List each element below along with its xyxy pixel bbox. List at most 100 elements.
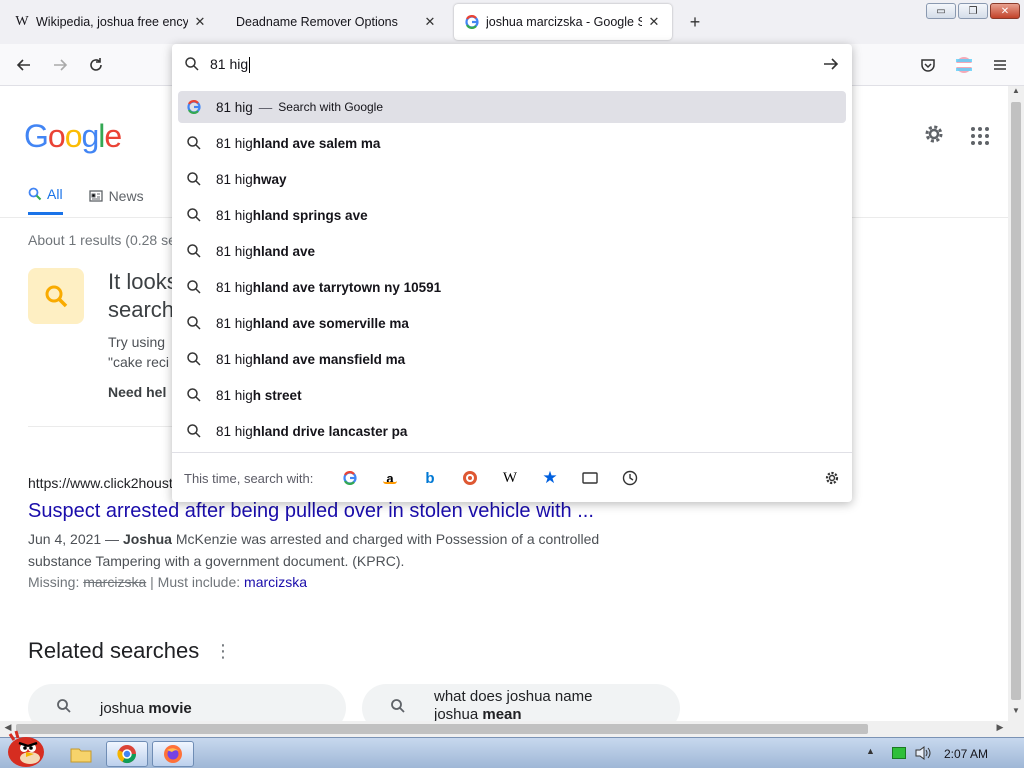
- scroll-up-icon[interactable]: ▲: [1010, 86, 1022, 100]
- go-arrow-icon[interactable]: [822, 56, 840, 72]
- bing-engine-icon[interactable]: b: [420, 468, 440, 488]
- suggestion-item[interactable]: 81 hig hland springs ave: [178, 199, 846, 231]
- suggestion-typed: 81 hig: [216, 207, 253, 223]
- must-include-link[interactable]: marcizska: [244, 574, 307, 590]
- suggestion-typed: 81 hig: [216, 171, 253, 187]
- firefox-icon[interactable]: [152, 741, 194, 767]
- tabs-icon[interactable]: [580, 468, 600, 488]
- related-search-item[interactable]: joshua movie: [28, 684, 346, 721]
- related-bold: mean: [482, 706, 522, 721]
- related-search-text: joshua movie: [100, 700, 192, 717]
- text-cursor: [249, 57, 251, 74]
- suggestion-item[interactable]: 81 hig hland ave: [178, 235, 846, 267]
- search-icon: [184, 351, 204, 367]
- related-bold: movie: [148, 699, 192, 717]
- scroll-down-icon[interactable]: ▼: [1010, 706, 1022, 720]
- minimize-button[interactable]: ▭: [926, 3, 956, 19]
- related-searches-heading: Related searches: [28, 638, 200, 663]
- duckduckgo-engine-icon[interactable]: [460, 468, 480, 488]
- result-url[interactable]: https://www.click2houst: [28, 475, 173, 491]
- vertical-scrollbar[interactable]: ▲ ▼: [1008, 86, 1024, 721]
- suggestion-item[interactable]: 81 hig hland ave salem ma: [178, 127, 846, 159]
- forward-arrow-icon[interactable]: [50, 55, 70, 75]
- suggestion-item[interactable]: 81 hig h street: [178, 379, 846, 411]
- apps-grid-icon[interactable]: [970, 126, 990, 151]
- suggestion-item[interactable]: 81 hig hland ave tarrytown ny 10591: [178, 271, 846, 303]
- history-clock-icon[interactable]: [620, 468, 640, 488]
- google-logo[interactable]: Google: [24, 118, 122, 155]
- missing-label: Missing:: [28, 574, 84, 590]
- search-icon: [184, 387, 204, 403]
- suggestion-completion: hland ave salem ma: [252, 135, 381, 151]
- tab-news[interactable]: News: [88, 186, 144, 215]
- related-search-item[interactable]: what does joshua name joshua mean: [362, 684, 680, 721]
- vertical-scroll-thumb[interactable]: [1011, 102, 1021, 700]
- urlbar-divider: [172, 452, 852, 453]
- suggestion-completion: hland springs ave: [252, 207, 368, 223]
- chrome-icon[interactable]: [106, 741, 148, 767]
- tab-strip: W Wikipedia, joshua free encyclop ✕ Dead…: [0, 0, 1024, 44]
- search-icon: [378, 698, 418, 718]
- back-arrow-icon[interactable]: [14, 55, 34, 75]
- tab-wikipedia[interactable]: W Wikipedia, joshua free encyclop ✕: [4, 4, 218, 40]
- address-bar-input[interactable]: 81 hig: [172, 44, 852, 84]
- start-button-angry-bird-icon[interactable]: [4, 730, 48, 768]
- close-window-button[interactable]: ✕: [990, 3, 1020, 19]
- search-icon: [184, 171, 204, 187]
- account-avatar-icon[interactable]: [954, 55, 974, 75]
- horizontal-scroll-thumb[interactable]: [16, 724, 868, 734]
- close-icon[interactable]: ✕: [192, 14, 208, 30]
- result-date: Jun 4, 2021 —: [28, 531, 123, 547]
- suggestion-item[interactable]: 81 hig hland ave somerville ma: [178, 307, 846, 339]
- clock[interactable]: 2:07 AM: [944, 747, 988, 761]
- taskbar: ▲ 2:07 AM: [0, 730, 1024, 768]
- close-icon[interactable]: ✕: [422, 14, 438, 30]
- suggestion-search-with-google[interactable]: 81 hig — Search with Google: [178, 91, 846, 123]
- suggestion-completion: hland ave tarrytown ny 10591: [252, 279, 442, 295]
- must-include-label: | Must include:: [146, 574, 245, 590]
- search-tabs: All News: [28, 186, 170, 215]
- search-icon: [184, 207, 204, 223]
- news-icon: [88, 189, 103, 202]
- pocket-icon[interactable]: [918, 55, 938, 75]
- result-snippet-line-1: McKenzie was arrested and charged with P…: [171, 531, 600, 547]
- suggestion-completion: hland ave: [252, 243, 316, 259]
- suggestion-typed: 81 hig: [216, 243, 253, 259]
- related-plain: joshua: [100, 699, 149, 717]
- scroll-right-icon[interactable]: ▶: [994, 722, 1006, 733]
- network-status-icon[interactable]: [892, 747, 906, 759]
- missing-terms: Missing: marcizska | Must include: marci…: [28, 574, 307, 590]
- suggestion-item[interactable]: 81 hig hland ave mansfield ma: [178, 343, 846, 375]
- tab-deadname-remover[interactable]: Deadname Remover Options ✕: [226, 4, 448, 40]
- file-explorer-icon[interactable]: [60, 741, 102, 767]
- bookmarks-star-icon[interactable]: ★: [540, 468, 560, 488]
- horizontal-scrollbar[interactable]: ◀ ▶: [0, 721, 1024, 737]
- restore-button[interactable]: ❐: [958, 3, 988, 19]
- tab-all[interactable]: All: [28, 186, 63, 215]
- search-tip-icon: [45, 285, 68, 308]
- volume-icon[interactable]: [914, 745, 932, 766]
- one-off-label: This time, search with:: [184, 471, 314, 486]
- suggestion-completion: hland drive lancaster pa: [252, 423, 408, 439]
- settings-gear-icon[interactable]: [922, 122, 946, 151]
- search-icon: [185, 57, 199, 71]
- suggestion-item[interactable]: 81 hig hway: [178, 163, 846, 195]
- address-bar-value: 81 hig: [210, 56, 249, 72]
- suggestion-separator: —: [258, 99, 273, 115]
- related-search-text: what does joshua name joshua mean: [434, 688, 592, 721]
- related-plain: joshua: [434, 706, 483, 721]
- tip-text: Try using "cake reci: [108, 332, 169, 372]
- show-hidden-icons-icon[interactable]: ▲: [866, 746, 875, 756]
- tab-google-search[interactable]: joshua marcizska - Google Sear ✕: [454, 4, 672, 40]
- amazon-engine-icon[interactable]: a: [380, 468, 400, 488]
- search-settings-gear-icon[interactable]: [822, 468, 842, 488]
- google-engine-icon[interactable]: [340, 468, 360, 488]
- more-options-icon[interactable]: ⋮: [214, 641, 232, 662]
- new-tab-button[interactable]: +: [684, 12, 706, 32]
- result-title-link[interactable]: Suspect arrested after being pulled over…: [28, 500, 594, 523]
- menu-icon[interactable]: [990, 55, 1010, 75]
- reload-icon[interactable]: [86, 55, 106, 75]
- suggestion-item[interactable]: 81 hig hland drive lancaster pa: [178, 415, 846, 447]
- wikipedia-engine-icon[interactable]: W: [500, 468, 520, 488]
- close-icon[interactable]: ✕: [646, 14, 662, 30]
